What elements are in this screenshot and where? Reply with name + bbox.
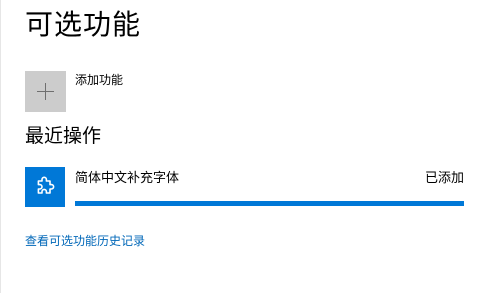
- window-left-border: [0, 0, 1, 293]
- recent-action-item[interactable]: 简体中文补充字体 已添加: [25, 167, 464, 207]
- add-feature-label: 添加功能: [75, 73, 124, 87]
- feature-tile: [25, 167, 65, 207]
- puzzle-piece-icon: [37, 176, 55, 194]
- add-feature-button[interactable]: 添加功能: [25, 71, 205, 112]
- install-progress-bar: [75, 201, 464, 206]
- feature-status: 已添加: [424, 171, 464, 186]
- view-feature-history-link[interactable]: 查看可选功能历史记录: [25, 233, 145, 249]
- page-title: 可选功能: [25, 8, 142, 41]
- plus-icon: [37, 83, 54, 100]
- add-feature-tile: [25, 71, 66, 112]
- recent-actions-heading: 最近操作: [25, 125, 102, 147]
- install-progress-fill: [75, 201, 464, 206]
- feature-name: 简体中文补充字体: [75, 171, 180, 186]
